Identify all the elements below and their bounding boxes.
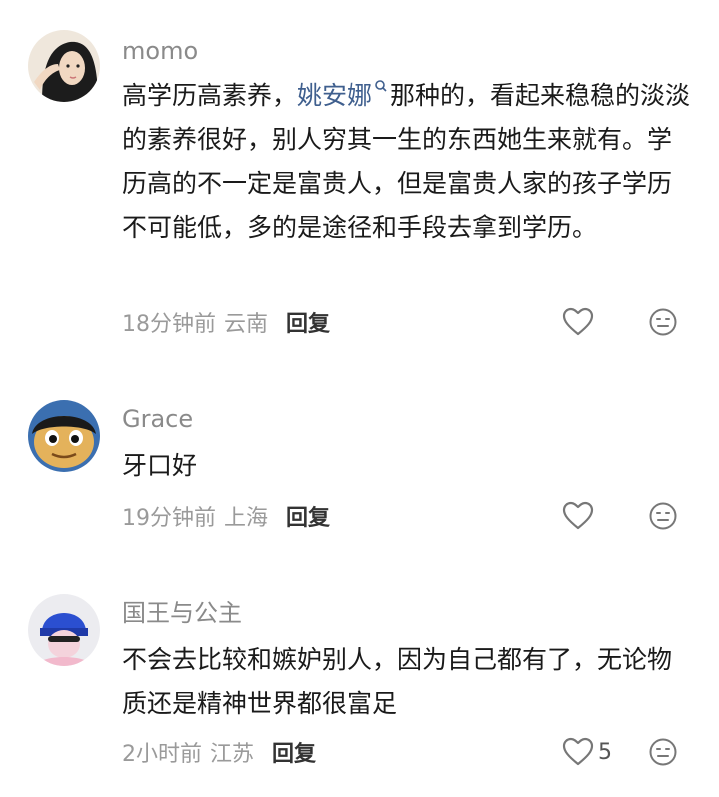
comment-item: 国王与公主 不会去比较和嫉妒别人，因为自己都有了，无论物质还是精神世界都很富足 … <box>0 560 719 797</box>
avatar[interactable] <box>28 400 100 472</box>
username[interactable]: momo <box>122 36 198 66</box>
comment-text: 高学历高素养，姚安娜 那种的，看起来稳稳的淡淡的素养很好，别人穷其一生的东西她生来… <box>122 74 692 250</box>
reply-button[interactable]: 回复 <box>272 736 316 768</box>
like-button[interactable]: 5 <box>562 736 612 768</box>
avatar-image <box>28 30 100 102</box>
comment-item: Grace 牙口好 19分钟前 上海 回复 <box>0 360 719 560</box>
location: 江苏 <box>210 742 255 767</box>
reply-button[interactable]: 回复 <box>286 500 330 532</box>
reaction-button[interactable] <box>648 501 678 531</box>
comment-text-before: 不会去比较和嫉妒别人，因为自己都有了，无论物质还是精神世界都很富足 <box>122 645 673 718</box>
comment-text: 牙口好 <box>122 444 692 488</box>
like-button[interactable] <box>562 306 598 338</box>
mention-link[interactable]: 姚安娜 <box>297 80 390 110</box>
reply-button[interactable]: 回复 <box>286 306 330 338</box>
location: 云南 <box>224 312 269 337</box>
like-button[interactable] <box>562 500 598 532</box>
heart-outline-icon <box>562 737 594 766</box>
comment-meta: 19分钟前 上海 回复 <box>122 500 330 532</box>
reaction-button[interactable] <box>648 737 678 767</box>
avatar-image <box>28 594 100 666</box>
reaction-button[interactable] <box>648 307 678 337</box>
timestamp: 18分钟前 <box>122 312 216 337</box>
comment-text-before: 高学历高素养， <box>122 81 298 110</box>
neutral-face-icon <box>649 308 677 336</box>
like-count: 5 <box>598 739 612 765</box>
location: 上海 <box>224 506 269 531</box>
neutral-face-icon <box>649 738 677 766</box>
search-magnifier-icon <box>375 80 387 92</box>
comment-meta: 2小时前 江苏 回复 <box>122 736 316 768</box>
comment-item: momo 高学历高素养，姚安娜 那种的，看起来稳稳的淡淡的素养很好，别人穷其一生的… <box>0 0 719 360</box>
comment-meta: 18分钟前 云南 回复 <box>122 306 330 338</box>
mention-name: 姚安娜 <box>297 81 373 110</box>
comment-text-before: 牙口好 <box>122 451 198 480</box>
timestamp: 2小时前 <box>122 742 202 767</box>
avatar[interactable] <box>28 30 100 102</box>
heart-outline-icon <box>562 307 594 336</box>
timestamp: 19分钟前 <box>122 506 216 531</box>
heart-outline-icon <box>562 501 594 530</box>
neutral-face-icon <box>649 502 677 530</box>
avatar-image <box>28 400 100 472</box>
avatar[interactable] <box>28 594 100 666</box>
username[interactable]: Grace <box>122 404 193 434</box>
comment-text: 不会去比较和嫉妒别人，因为自己都有了，无论物质还是精神世界都很富足 <box>122 638 692 726</box>
username[interactable]: 国王与公主 <box>122 598 242 628</box>
